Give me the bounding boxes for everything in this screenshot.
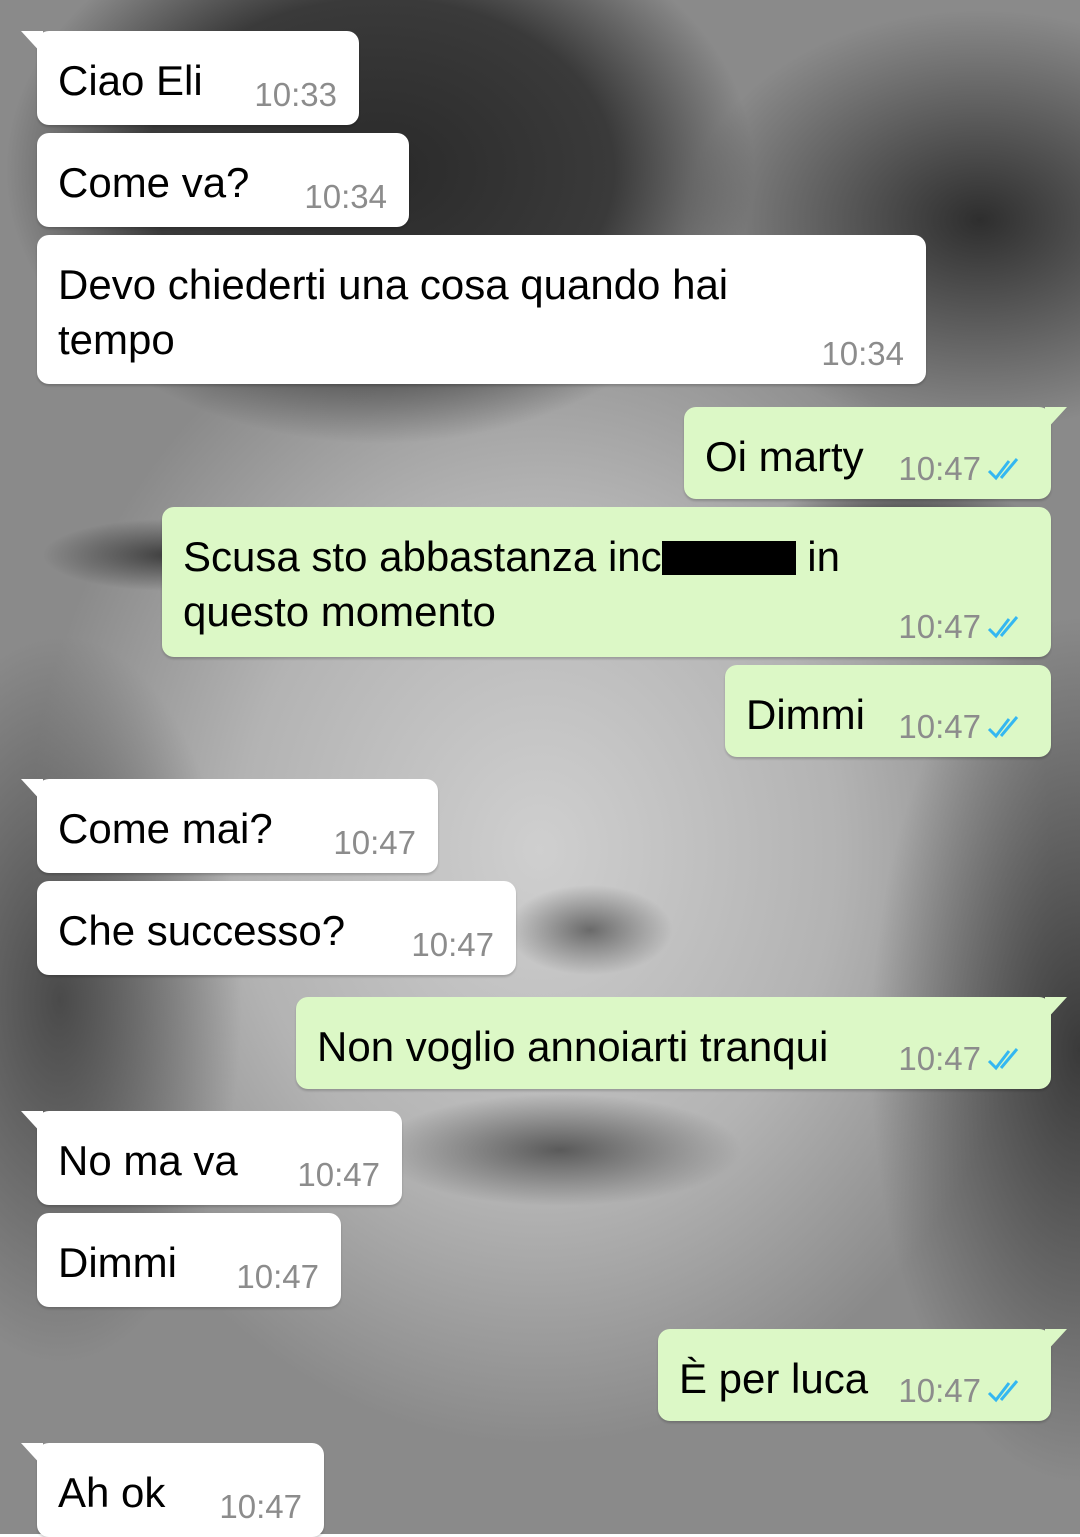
message-text: Devo chiederti una cosa quando hai tempo (58, 261, 729, 363)
message-text: Dimmi (58, 1239, 177, 1286)
message-text: Ah ok (58, 1469, 166, 1516)
message-time: 10:34 (304, 178, 387, 215)
conversation-view[interactable]: Ciao Eli 10:33 Come va? 10:34 Devo chied… (0, 0, 1080, 1537)
message-time: 10:47 (411, 926, 494, 963)
message-meta: 10:47 (898, 1373, 1029, 1409)
message-time: 10:47 (898, 450, 981, 487)
redaction-bar (661, 541, 796, 575)
double-check-icon (987, 616, 1019, 639)
double-check-icon (987, 1048, 1019, 1071)
incoming-message[interactable]: Come va? 10:34 (37, 133, 409, 227)
incoming-message[interactable]: Ah ok 10:47 (21, 1443, 324, 1537)
message-meta: 10:47 (898, 709, 1029, 745)
incoming-message[interactable]: Dimmi 10:47 (37, 1213, 341, 1307)
message-time: 10:47 (219, 1488, 302, 1525)
message-time: 10:33 (254, 76, 337, 113)
message-time: 10:34 (821, 335, 904, 372)
outgoing-message[interactable]: Non voglio annoiarti tranqui 10:47 (296, 997, 1067, 1089)
message-text: Che successo? (58, 907, 346, 954)
message-time: 10:47 (898, 1372, 981, 1409)
double-check-icon (987, 458, 1019, 481)
message-text: Ciao Eli (58, 57, 203, 104)
message-text: Come va? (58, 159, 250, 206)
message-time: 10:47 (236, 1258, 319, 1295)
incoming-message[interactable]: No ma va 10:47 (21, 1111, 402, 1205)
message-time: 10:47 (898, 708, 981, 745)
message-text: Dimmi (746, 691, 865, 738)
message-time: 10:47 (898, 608, 981, 645)
message-text-before: Scusa sto abbastanza inc (183, 533, 662, 580)
double-check-icon (987, 716, 1019, 739)
incoming-message[interactable]: Devo chiederti una cosa quando hai tempo… (37, 235, 926, 384)
message-meta: 10:47 (898, 609, 1029, 645)
outgoing-message[interactable]: È per luca 10:47 (658, 1329, 1067, 1421)
message-meta: 10:47 (898, 451, 1029, 487)
outgoing-message[interactable]: Oi marty 10:47 (684, 407, 1067, 499)
message-text: È per luca (679, 1355, 869, 1402)
message-text: Scusa sto abbastanza inc in questo momen… (183, 533, 840, 635)
message-time: 10:47 (297, 1156, 380, 1193)
double-check-icon (987, 1380, 1019, 1403)
message-meta: 10:47 (898, 1041, 1029, 1077)
message-text: Non voglio annoiarti tranqui (317, 1023, 829, 1070)
message-text: Come mai? (58, 805, 273, 852)
incoming-message[interactable]: Ciao Eli 10:33 (21, 31, 359, 125)
message-time: 10:47 (898, 1040, 981, 1077)
outgoing-message[interactable]: Dimmi 10:47 (725, 665, 1051, 757)
outgoing-message[interactable]: Scusa sto abbastanza inc in questo momen… (162, 507, 1051, 657)
incoming-message[interactable]: Che successo? 10:47 (37, 881, 516, 975)
message-text: No ma va (58, 1137, 238, 1184)
incoming-message[interactable]: Come mai? 10:47 (21, 779, 438, 873)
message-time: 10:47 (333, 824, 416, 861)
message-text: Oi marty (705, 433, 864, 480)
